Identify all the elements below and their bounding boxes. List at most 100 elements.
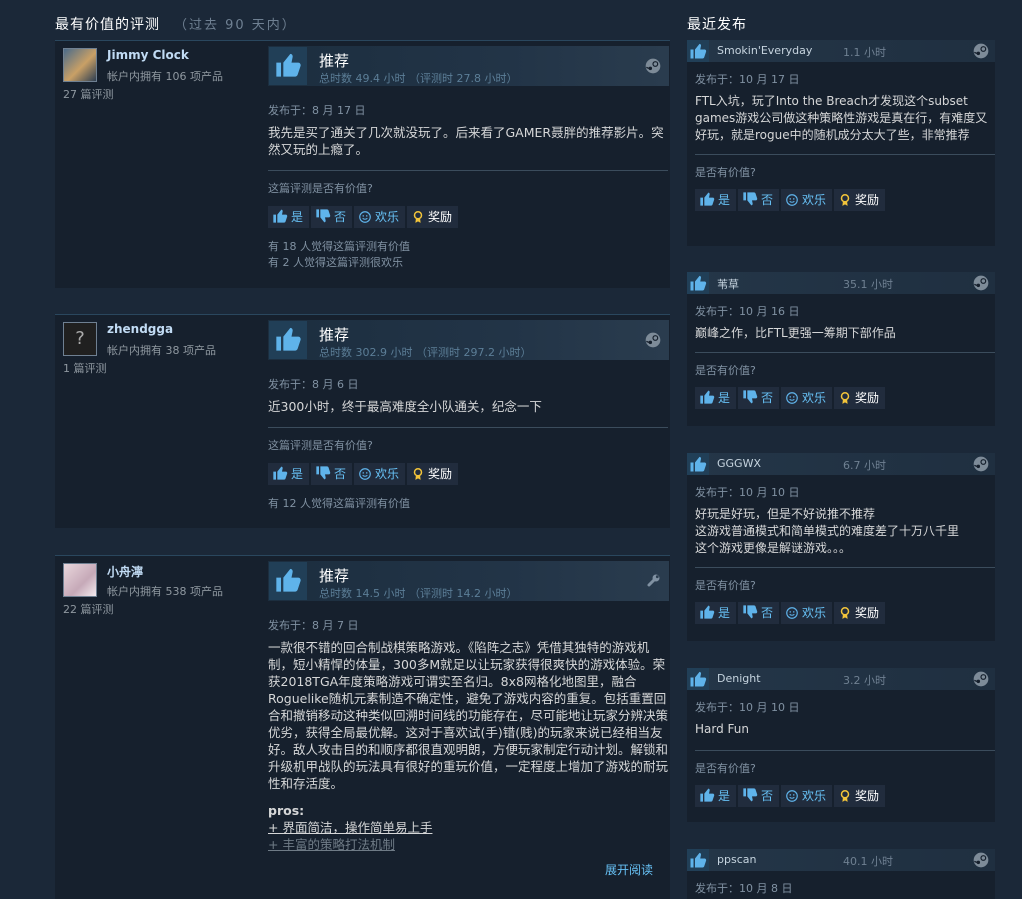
funny-count: 有 2 人觉得这篇评测很欢乐 (268, 256, 403, 269)
recent-review-header[interactable]: Denight 3.2 小时 (687, 668, 995, 690)
recent-review-header[interactable]: ppscan 40.1 小时 (687, 849, 995, 871)
vote-funny-button[interactable]: 欢乐 (781, 785, 833, 807)
review-text: FTL入坑，玩了Into the Breach才发现这个subset games… (695, 94, 988, 142)
vote-funny-button[interactable]: 欢乐 (781, 189, 833, 211)
steam-icon (645, 58, 661, 74)
recent-review-card: 苇草 35.1 小时 发布于：10 月 16 日 巅峰之作，比FTL更强一筹期下… (687, 272, 995, 426)
review-text: 一款很不错的回合制战棋策略游戏。《陷阵之志》凭借其独特的游戏机制，短小精悍的体量… (268, 640, 669, 791)
vote-funny-button[interactable]: 欢乐 (781, 602, 833, 624)
thumbs-up-icon (687, 453, 709, 475)
recent-review-header[interactable]: 苇草 35.1 小时 (687, 272, 995, 294)
author-name[interactable]: 小舟濘 (107, 563, 143, 580)
posted-date: 发布于：10 月 10 日 (695, 486, 800, 499)
avatar[interactable] (63, 48, 97, 82)
steam-icon (645, 332, 661, 348)
recent-review-header[interactable]: Smokin'Everyday 1.1 小时 (687, 40, 995, 62)
vote-no-button[interactable]: 否 (311, 206, 353, 228)
award-button[interactable]: 奖励 (834, 785, 886, 807)
posted-date: 发布于：10 月 16 日 (695, 305, 800, 318)
vote-yes-button[interactable]: 是 (268, 463, 310, 485)
steam-icon (973, 456, 989, 472)
review-header[interactable]: 推荐 总时数 49.4 小时 （评测时 27.8 小时） (268, 46, 669, 86)
posted-date: 发布于：8 月 17 日 (268, 104, 366, 117)
thumbs-down-icon (743, 390, 758, 404)
recommend-label: 推荐 (319, 567, 350, 585)
award-button[interactable]: 奖励 (834, 602, 886, 624)
review-count[interactable]: 22 篇评测 (63, 601, 114, 617)
thumbs-up-icon (269, 321, 307, 359)
playtime: 35.1 小时 (843, 278, 893, 291)
vote-yes-button[interactable]: 是 (695, 602, 737, 624)
author-name[interactable]: GGGWX (717, 457, 761, 470)
smile-icon (359, 468, 371, 480)
recent-heading: 最近发布 (687, 17, 747, 33)
thumbs-up-icon (700, 192, 715, 206)
vote-funny-button[interactable]: 欢乐 (781, 387, 833, 409)
author-name[interactable]: Jimmy Clock (107, 48, 189, 62)
recent-review-card: GGGWX 6.7 小时 发布于：10 月 10 日 好玩是好玩，但是不好说推不… (687, 453, 995, 641)
most-helpful-heading: 最有价值的评测 （过去 90 天内） (55, 17, 297, 33)
smile-icon (786, 790, 798, 802)
steam-icon (973, 43, 989, 59)
posted-date: 发布于：10 月 17 日 (695, 73, 800, 86)
vote-yes-button[interactable]: 是 (268, 206, 310, 228)
helpful-count: 有 18 人觉得这篇评测有价值 (268, 240, 410, 253)
review-header[interactable]: 推荐 总时数 302.9 小时 （评测时 297.2 小时） (268, 320, 669, 360)
helpful-question: 是否有价值? (695, 364, 756, 377)
pro-item: + 界面简洁，操作简单易上手 (268, 820, 433, 835)
author-name[interactable]: Denight (717, 672, 761, 685)
author-name[interactable]: zhendgga (107, 322, 173, 336)
avatar[interactable] (63, 563, 97, 597)
vote-no-button[interactable]: 否 (738, 189, 780, 211)
vote-no-button[interactable]: 否 (738, 387, 780, 409)
award-icon (413, 210, 423, 224)
author-name[interactable]: ppscan (717, 853, 756, 866)
thumbs-up-icon (269, 47, 307, 85)
award-button[interactable]: 奖励 (407, 206, 459, 228)
steam-icon (973, 275, 989, 291)
review-header[interactable]: 推荐 总时数 14.5 小时 （评测时 14.2 小时） (268, 561, 669, 601)
products-owned: 帐户内拥有 38 项产品 (107, 344, 216, 357)
author-name[interactable]: 苇草 (717, 276, 739, 292)
playtime: 总时数 302.9 小时 （评测时 297.2 小时） (319, 346, 532, 359)
review-card: Jimmy Clock 帐户内拥有 106 项产品 27 篇评测 推荐 总时数 … (55, 40, 670, 288)
recent-review-card: ppscan 40.1 小时 发布于：10 月 8 日 (687, 849, 995, 899)
thumbs-up-icon (700, 605, 715, 619)
vote-funny-button[interactable]: 欢乐 (354, 463, 406, 485)
thumbs-up-icon (687, 40, 709, 62)
thumbs-down-icon (743, 192, 758, 206)
vote-no-button[interactable]: 否 (738, 785, 780, 807)
award-button[interactable]: 奖励 (407, 463, 459, 485)
pros-label: pros: (268, 803, 305, 818)
playtime: 6.7 小时 (843, 459, 886, 472)
most-helpful-subtitle: （过去 90 天内） (174, 18, 297, 33)
smile-icon (786, 194, 798, 206)
posted-date: 发布于：10 月 8 日 (695, 882, 793, 895)
avatar[interactable]: ? (63, 322, 97, 356)
wrench-icon (647, 574, 660, 587)
helpful-count: 有 12 人觉得这篇评测有价值 (268, 497, 410, 510)
vote-no-button[interactable]: 否 (311, 463, 353, 485)
vote-yes-button[interactable]: 是 (695, 785, 737, 807)
vote-yes-button[interactable]: 是 (695, 387, 737, 409)
vote-yes-button[interactable]: 是 (695, 189, 737, 211)
expand-review-link[interactable]: 展开阅读 (605, 863, 653, 877)
award-button[interactable]: 奖励 (834, 387, 886, 409)
review-count[interactable]: 27 篇评测 (63, 86, 114, 102)
recent-review-header[interactable]: GGGWX 6.7 小时 (687, 453, 995, 475)
thumbs-down-icon (316, 209, 331, 223)
award-icon (840, 391, 850, 405)
review-text: Hard Fun (695, 722, 749, 736)
smile-icon (786, 392, 798, 404)
award-button[interactable]: 奖励 (834, 189, 886, 211)
vote-funny-button[interactable]: 欢乐 (354, 206, 406, 228)
thumbs-up-icon (269, 562, 307, 600)
author-name[interactable]: Smokin'Everyday (717, 44, 812, 57)
review-count[interactable]: 1 篇评测 (63, 360, 107, 376)
review-card: ? zhendgga 帐户内拥有 38 项产品 1 篇评测 推荐 总时数 302… (55, 314, 670, 528)
playtime: 1.1 小时 (843, 46, 886, 59)
recent-review-card: Denight 3.2 小时 发布于：10 月 10 日 Hard Fun 是否… (687, 668, 995, 822)
review-text: 巅峰之作，比FTL更强一筹期下部作品 (695, 326, 896, 340)
posted-date: 发布于：8 月 7 日 (268, 619, 359, 632)
vote-no-button[interactable]: 否 (738, 602, 780, 624)
